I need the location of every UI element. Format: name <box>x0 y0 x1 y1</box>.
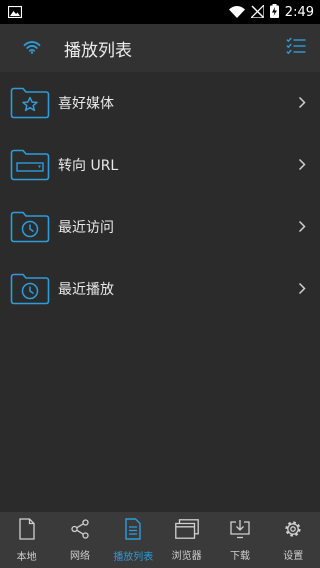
list-item-label: 喜好媒体 <box>58 96 114 112</box>
nav-local[interactable]: 本地 <box>0 512 53 568</box>
list-item-open-url[interactable]: 转向 URL <box>0 134 320 196</box>
app-bar: 播放列表 <box>0 24 320 72</box>
image-notification-icon <box>7 3 23 22</box>
browser-icon <box>174 518 199 543</box>
nav-settings[interactable]: 设置 <box>267 512 320 568</box>
list-item-label: 最近播放 <box>58 282 114 298</box>
nav-label: 网络 <box>69 550 90 562</box>
screen: 2:49 播放列表 喜好媒体 转向 URL 最近访问 最近播放 本地 网络 播放… <box>0 0 320 568</box>
gear-icon <box>283 519 303 543</box>
nav-browser[interactable]: 浏览器 <box>160 512 213 568</box>
nav-download[interactable]: 下载 <box>213 512 266 568</box>
chevron-right-icon <box>298 280 306 299</box>
nav-label: 设置 <box>283 550 304 562</box>
folder-clock-icon <box>0 211 56 243</box>
folder-clock-icon <box>0 273 56 305</box>
folder-url-icon <box>0 149 56 181</box>
no-signal-icon <box>249 3 265 22</box>
file-icon <box>19 517 35 544</box>
share-icon <box>71 518 89 543</box>
wifi-signal-icon <box>228 3 245 22</box>
list-item-favorites[interactable]: 喜好媒体 <box>0 72 320 134</box>
list-item-recently-played[interactable]: 最近播放 <box>0 258 320 320</box>
status-time: 2:49 <box>284 4 314 20</box>
playlist-list: 喜好媒体 转向 URL 最近访问 最近播放 <box>0 72 320 320</box>
chevron-right-icon <box>298 94 306 113</box>
bottom-nav: 本地 网络 播放列表 浏览器 下载 设置 <box>0 512 320 568</box>
chevron-right-icon <box>298 156 306 175</box>
nav-playlist[interactable]: 播放列表 <box>107 512 160 568</box>
list-item-label: 最近访问 <box>58 220 114 236</box>
nav-label: 浏览器 <box>171 550 202 562</box>
wifi-icon <box>23 39 41 58</box>
edit-list-button[interactable] <box>272 37 320 59</box>
wifi-button[interactable] <box>0 39 64 58</box>
battery-charging-icon <box>269 3 279 22</box>
nav-label: 播放列表 <box>113 551 154 563</box>
chevron-right-icon <box>298 218 306 237</box>
list-doc-icon <box>125 517 142 544</box>
nav-label: 下载 <box>229 550 250 562</box>
status-bar: 2:49 <box>0 0 320 24</box>
list-item-label: 转向 URL <box>58 158 119 174</box>
download-icon <box>230 519 250 543</box>
page-title: 播放列表 <box>64 40 132 61</box>
folder-star-icon <box>0 87 56 119</box>
checklist-icon <box>286 37 306 59</box>
nav-network[interactable]: 网络 <box>53 512 106 568</box>
list-item-recently-visited[interactable]: 最近访问 <box>0 196 320 258</box>
nav-label: 本地 <box>16 551 37 563</box>
